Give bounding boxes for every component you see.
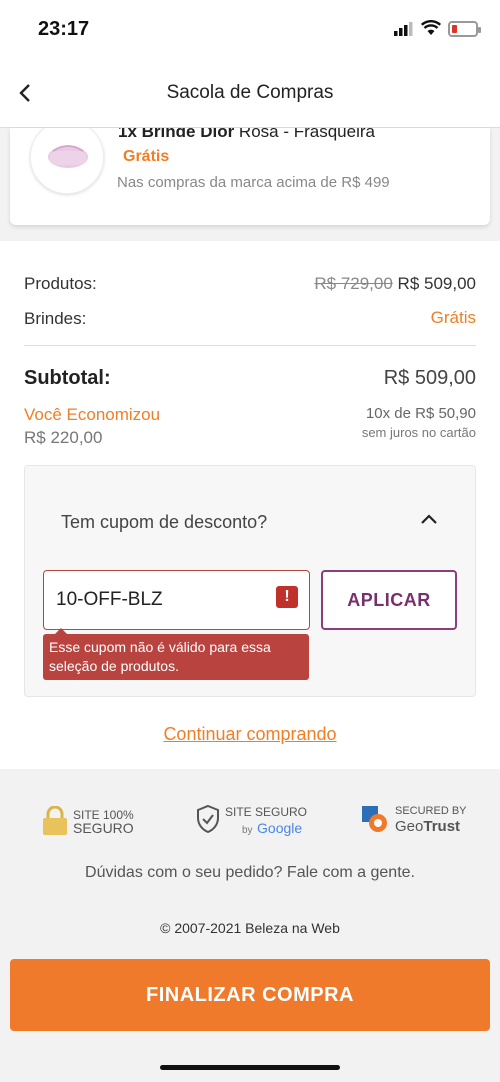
gift-price: Grátis <box>123 148 170 165</box>
seal3-line1: SECURED BY <box>395 805 467 817</box>
savings-value: R$ 220,00 <box>24 428 103 447</box>
help-text[interactable]: Dúvidas com o seu pedido? Fale com a gen… <box>0 864 500 882</box>
geotrust-logo-icon <box>362 806 387 832</box>
continue-shopping-link[interactable]: Continuar comprando <box>0 724 500 745</box>
warning-icon: ! <box>276 586 298 608</box>
order-summary: Produtos: R$ 729,00 R$ 509,00 Brindes: G… <box>0 241 500 769</box>
coupon-question: Tem cupom de desconto? <box>61 512 268 532</box>
products-price-row: R$ 729,00 R$ 509,00 <box>314 274 476 294</box>
coupon-input[interactable] <box>43 570 310 630</box>
toiletry-bag-icon <box>48 145 88 168</box>
installments-note: sem juros no cartão <box>361 425 476 440</box>
clock: 23:17 <box>38 18 90 40</box>
apply-coupon-button[interactable]: APLICAR <box>321 570 457 630</box>
gifts-label: Brindes: <box>24 309 87 328</box>
coupon-error-message: Esse cupom não é válido para essa seleçã… <box>43 628 309 680</box>
products-label: Produtos: <box>24 274 97 293</box>
gift-name: 1x Brinde Dior Rosa - Frasqueira <box>118 128 375 141</box>
page-title: Sacola de Compras <box>166 82 334 103</box>
geotrust-wordmark: GeoTrust <box>395 818 461 835</box>
gift-image <box>30 128 104 194</box>
seal1-line2: SEGURO <box>73 820 134 836</box>
installments: 10x de R$ 50,90 <box>365 405 476 422</box>
gift-item-card: 1x Brinde Dior Rosa - Frasqueira Grátis … <box>10 128 490 225</box>
gifts-value: Grátis <box>430 308 476 327</box>
google-logo: by Google <box>242 820 303 836</box>
gift-condition: Nas compras da marca acima de R$ 499 <box>117 174 390 191</box>
subtotal-value: R$ 509,00 <box>383 367 476 389</box>
signal-icon <box>394 22 413 36</box>
checkout-button[interactable]: FINALIZAR COMPRA <box>10 959 490 1031</box>
coupon-panel: Tem cupom de desconto? ! APLICAR Esse cu… <box>24 465 476 697</box>
products-old-price: R$ 729,00 <box>314 274 393 293</box>
padlock-icon <box>43 806 67 835</box>
copyright: © 2007-2021 Beleza na Web <box>160 920 340 936</box>
seal-geotrust: SECURED BY GeoTrust <box>362 804 472 838</box>
seal-site-seguro: SITE 100% SEGURO <box>42 806 142 838</box>
products-price: R$ 509,00 <box>397 274 476 293</box>
status-bar: 23:17 <box>0 0 500 62</box>
seal2-line1: SITE SEGURO <box>225 805 308 819</box>
subtotal-label: Subtotal: <box>24 367 111 389</box>
savings-label: Você Economizou <box>24 405 161 424</box>
wifi-icon <box>421 20 441 35</box>
divider <box>24 345 476 346</box>
chevron-up-icon[interactable] <box>417 508 441 532</box>
seal-google: SITE SEGURO by Google <box>196 804 316 838</box>
home-indicator <box>160 1065 340 1070</box>
battery-icon <box>448 21 481 37</box>
shield-check-icon <box>197 804 219 834</box>
top-bar: Sacola de Compras <box>0 62 500 128</box>
